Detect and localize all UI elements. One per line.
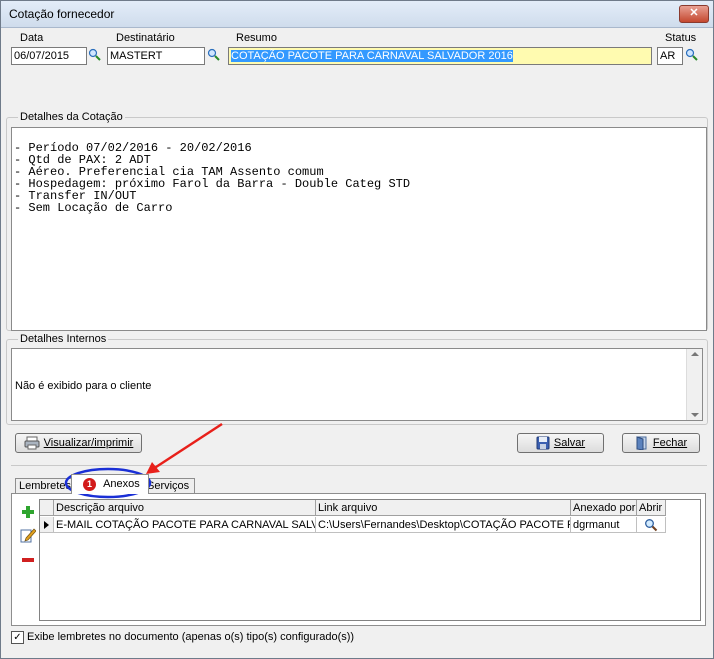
exibe-lembretes-label: Exibe lembretes no documento (apenas o(s… bbox=[27, 631, 355, 643]
fechar-button[interactable]: Fechar bbox=[622, 433, 700, 453]
salvar-button[interactable]: Salvar bbox=[517, 433, 604, 453]
status-field[interactable]: AR bbox=[657, 47, 683, 65]
visualizar-imprimir-button[interactable]: Visualizar/imprimir bbox=[15, 433, 142, 453]
remove-icon[interactable] bbox=[21, 557, 35, 563]
visualizar-label: Visualizar/imprimir bbox=[43, 437, 134, 449]
destinatario-field[interactable]: MASTERT bbox=[107, 47, 205, 65]
fechar-label: Fechar bbox=[652, 437, 688, 449]
floppy-disk-icon bbox=[536, 436, 550, 450]
internos-label: Detalhes Internos bbox=[18, 333, 109, 345]
row-indicator-header bbox=[40, 500, 54, 516]
col-abrir-header[interactable]: Abrir bbox=[637, 500, 666, 516]
internos-scrollbar[interactable] bbox=[686, 349, 702, 420]
separator bbox=[11, 465, 707, 466]
exit-door-icon bbox=[636, 436, 647, 450]
status-lookup-icon[interactable] bbox=[685, 48, 699, 62]
tab-lembretes[interactable]: Lembretes bbox=[15, 478, 73, 494]
internos-memo[interactable]: Não é exibido para o cliente bbox=[11, 348, 703, 421]
tab-servicos[interactable]: Serviços bbox=[143, 478, 195, 494]
window-title: Cotação fornecedor bbox=[9, 7, 115, 21]
cotacao-window: Cotação fornecedor ✕ Data 06/07/2015 Des… bbox=[0, 0, 714, 659]
cell-descricao[interactable]: E-MAIL COTAÇÃO PACOTE PARA CARNAVAL SALV… bbox=[54, 517, 316, 533]
close-button[interactable]: ✕ bbox=[679, 5, 709, 23]
detalhes-memo[interactable]: - Período 07/02/2016 - 20/02/2016 - Qtd … bbox=[11, 127, 707, 331]
resumo-selected-text: COTAÇÃO PACOTE PARA CARNAVAL SALVADOR 20… bbox=[231, 50, 513, 62]
detalhes-label: Detalhes da Cotação bbox=[18, 111, 125, 123]
anexos-count-badge: 1 bbox=[83, 477, 96, 491]
tab-anexos[interactable]: 1 Anexos bbox=[71, 474, 149, 494]
open-magnifier-icon[interactable] bbox=[644, 518, 658, 532]
current-row-arrow-icon bbox=[44, 521, 49, 529]
salvar-label: Salvar bbox=[553, 437, 586, 449]
printer-icon bbox=[24, 436, 40, 450]
col-anexado-header[interactable]: Anexado por bbox=[571, 500, 637, 516]
status-label: Status bbox=[665, 32, 697, 44]
internos-text: Não é exibido para o cliente bbox=[15, 380, 152, 392]
scroll-up-icon[interactable] bbox=[691, 352, 699, 356]
col-descricao-header[interactable]: Descrição arquivo bbox=[54, 500, 316, 516]
cell-anexado[interactable]: dgrmanut bbox=[571, 517, 637, 533]
col-link-header[interactable]: Link arquivo bbox=[316, 500, 571, 516]
resumo-label: Resumo bbox=[236, 32, 277, 44]
anexos-grid: Descrição arquivo Link arquivo Anexado p… bbox=[39, 499, 701, 621]
resumo-field[interactable]: COTAÇÃO PACOTE PARA CARNAVAL SALVADOR 20… bbox=[228, 47, 652, 65]
edit-icon[interactable] bbox=[20, 527, 36, 543]
title-bar: Cotação fornecedor ✕ bbox=[1, 1, 713, 28]
data-label: Data bbox=[20, 32, 44, 44]
date-lookup-icon[interactable] bbox=[88, 48, 102, 62]
destinatario-lookup-icon[interactable] bbox=[207, 48, 221, 62]
add-icon[interactable] bbox=[21, 505, 35, 519]
exibe-lembretes-checkbox[interactable]: ✓ bbox=[11, 631, 24, 644]
cell-link[interactable]: C:\Users\Fernandes\Desktop\COTAÇÃO PACOT… bbox=[316, 517, 571, 533]
destinatario-label: Destinatário bbox=[116, 32, 175, 44]
row-indicator[interactable] bbox=[40, 517, 54, 533]
data-field[interactable]: 06/07/2015 bbox=[11, 47, 87, 65]
scroll-down-icon[interactable] bbox=[691, 413, 699, 417]
cell-abrir[interactable] bbox=[637, 517, 666, 533]
tab-anexos-label: Anexos bbox=[103, 478, 140, 490]
